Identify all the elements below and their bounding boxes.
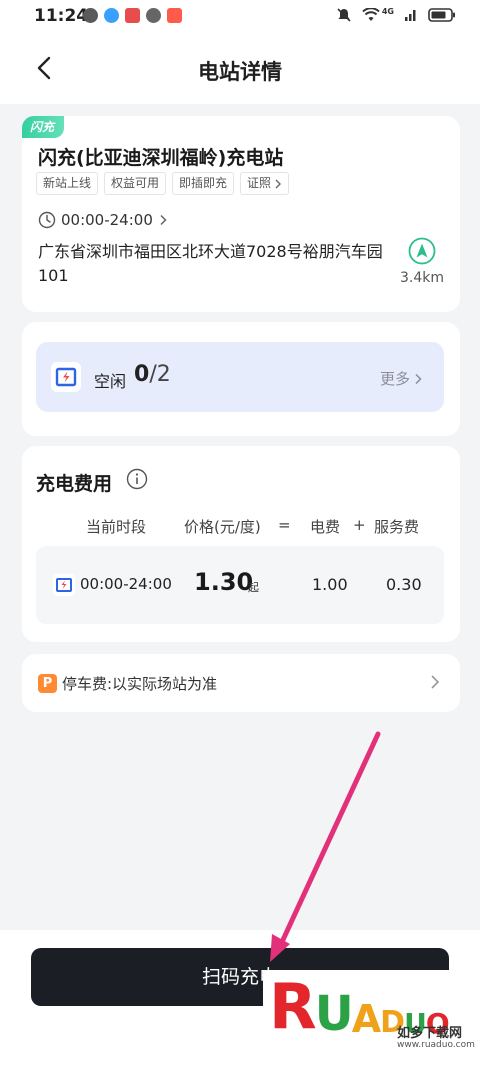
row-time: 00:00-24:00: [80, 575, 172, 593]
station-distance: 3.4km: [400, 270, 445, 286]
notification-icons: [83, 8, 182, 23]
app-icon: [125, 8, 140, 23]
charger-icon: [53, 574, 75, 596]
opening-hours[interactable]: 00:00-24:00: [38, 211, 168, 229]
station-address: 广东省深圳市福田区北环大道7028号裕朋汽车园101: [38, 242, 383, 285]
watermark-letter: U: [314, 986, 354, 1042]
top-navigation-bar: 电站详情: [0, 32, 480, 104]
watermark-letter: A: [351, 997, 382, 1041]
shop-app-icon: [167, 8, 182, 23]
charger-status-box[interactable]: 空闲 0/2 更多: [36, 342, 444, 412]
chevron-right-icon: [160, 214, 167, 226]
tag-benefits: 权益可用: [104, 172, 167, 195]
chevron-right-icon: [415, 373, 422, 384]
clock-icon: [38, 211, 56, 229]
charging-fee-card: 充电费用 当前时段 价格(元/度) = 电费 + 服务费 00:00-24:00…: [22, 446, 460, 642]
watermark-letter: R: [269, 970, 317, 1043]
status-time: 11:24: [34, 6, 89, 26]
mute-bell-icon: [337, 8, 351, 22]
opening-hours-text: 00:00-24:00: [61, 211, 153, 229]
chevron-right-icon: [431, 675, 440, 689]
navigate-icon[interactable]: [408, 237, 436, 265]
status-bar: 11:24 4G: [0, 0, 480, 32]
page-title: 电站详情: [198, 60, 282, 84]
more-label: 更多: [379, 370, 410, 388]
info-icon[interactable]: [126, 468, 148, 490]
tag-plug-and-charge: 即插即充: [172, 172, 235, 195]
availability-card: 空闲 0/2 更多: [22, 322, 460, 436]
signal-icon: [405, 10, 416, 21]
station-name: 闪充(比亚迪深圳福岭)充电站: [38, 147, 284, 169]
tag-license-label: 证照: [247, 176, 272, 190]
watermark-url: www.ruaduo.com: [397, 1040, 475, 1050]
tag-license[interactable]: 证照: [240, 172, 290, 195]
system-icons: 4G: [336, 7, 456, 23]
parking-fee-card[interactable]: P 停车费:以实际场站为准: [22, 654, 460, 712]
watermark-logo: R U A D U O 如多下载网 www.ruaduo.com: [263, 970, 475, 1067]
wifi-icon: [362, 8, 380, 21]
total-number: /2: [149, 362, 171, 387]
row-price: 1.30: [194, 568, 254, 596]
chat-bubble-icon: [83, 8, 98, 23]
tag-new-station: 新站上线: [36, 172, 99, 195]
row-electricity: 1.00: [312, 575, 348, 594]
header-price: 价格(元/度): [184, 518, 261, 536]
header-equals: =: [278, 516, 291, 534]
browser-icon: [104, 8, 119, 23]
header-electricity: 电费: [310, 518, 341, 536]
watermark-site-name: 如多下载网: [397, 1026, 463, 1041]
network-type-label: 4G: [381, 6, 394, 16]
fee-row: 00:00-24:00 1.30 起 1.00 0.30: [36, 546, 444, 624]
row-service: 0.30: [386, 575, 422, 594]
wechat-icon: [146, 8, 161, 23]
row-price-suffix: 起: [248, 581, 259, 594]
battery-icon: [428, 8, 455, 22]
flash-charge-badge: 闪充: [22, 116, 65, 138]
station-info-card: 闪充 闪充(比亚迪深圳福岭)充电站 新站上线 权益可用 即插即充 证照 00:0…: [22, 116, 460, 312]
header-period: 当前时段: [86, 518, 147, 536]
station-tags: 新站上线 权益可用 即插即充 证照: [36, 172, 290, 195]
parking-icon: P: [38, 674, 57, 693]
header-service: 服务费: [374, 518, 420, 536]
parking-text: 停车费:以实际场站为准: [62, 675, 218, 693]
idle-number: 0: [134, 362, 150, 387]
header-plus: +: [353, 516, 366, 534]
idle-count: 0/2: [134, 362, 171, 387]
chevron-right-icon: [275, 179, 282, 188]
idle-label: 空闲: [94, 372, 127, 391]
fee-title: 充电费用: [36, 473, 113, 495]
more-link[interactable]: 更多: [380, 368, 422, 389]
charger-icon: [51, 362, 81, 392]
